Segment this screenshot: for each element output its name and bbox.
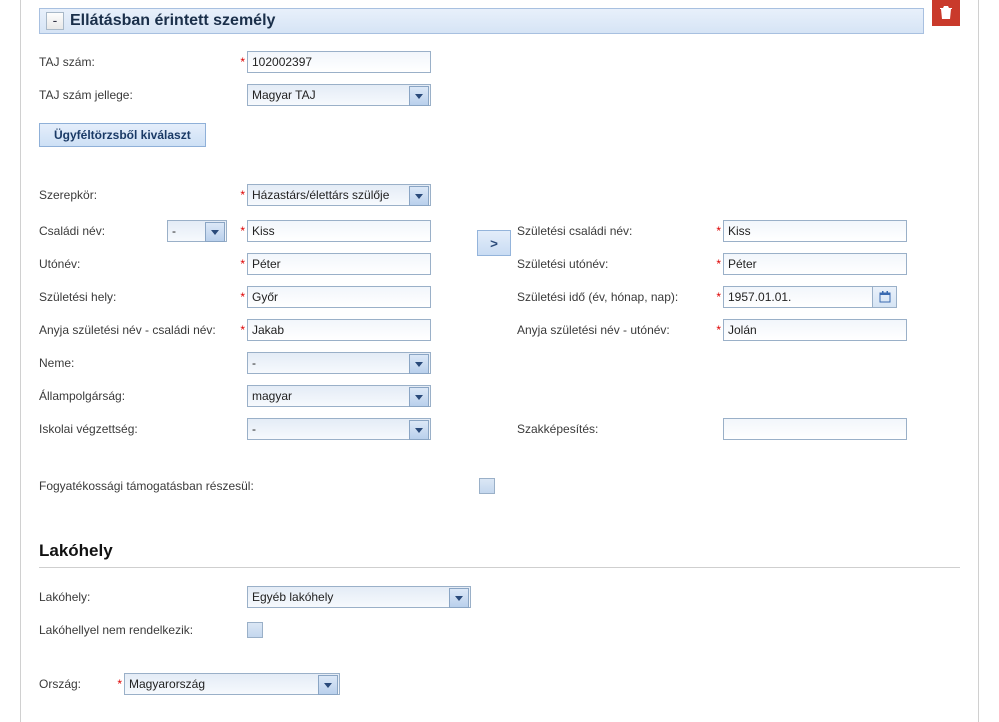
lakohely-select[interactable]	[247, 586, 471, 608]
fogyatekossagi-checkbox[interactable]	[479, 478, 495, 494]
allampolgarsag-label: Állampolgárság:	[39, 389, 237, 403]
csaladi-nev-input[interactable]	[247, 220, 431, 242]
required-marker: *	[237, 224, 245, 238]
required-marker: *	[237, 188, 245, 202]
required-marker: *	[713, 257, 721, 271]
lakohely-label: Lakóhely:	[39, 590, 237, 604]
taj-jellege-select[interactable]	[247, 84, 431, 106]
calendar-button[interactable]	[873, 286, 897, 308]
anyja-csaladi-input[interactable]	[247, 319, 431, 341]
iskolai-label: Iskolai végzettség:	[39, 422, 237, 436]
lakohellyel-nem-label: Lakóhellyel nem rendelkezik:	[39, 623, 237, 637]
collapse-button[interactable]: -	[46, 12, 64, 30]
divider	[39, 567, 960, 568]
szakkepesites-label: Szakképesítés:	[517, 422, 713, 436]
szul-utonev-input[interactable]	[723, 253, 907, 275]
fogyatekossagi-label: Fogyatékossági támogatásban részesül:	[39, 479, 479, 493]
required-marker: *	[713, 290, 721, 304]
neme-select[interactable]	[247, 352, 431, 374]
taj-szam-label: TAJ szám:	[39, 55, 237, 69]
szakkepesites-input[interactable]	[723, 418, 907, 440]
taj-szam-input[interactable]	[247, 51, 431, 73]
szul-csaladi-nev-label: Születési családi név:	[517, 224, 713, 238]
szul-hely-input[interactable]	[247, 286, 431, 308]
required-marker: *	[713, 224, 721, 238]
anyja-utonev-label: Anyja születési név - utónév:	[517, 323, 713, 337]
szerepkor-label: Szerepkör:	[39, 188, 237, 202]
transfer-button[interactable]: >	[477, 230, 511, 256]
delete-button[interactable]	[932, 0, 960, 26]
iskolai-select[interactable]	[247, 418, 431, 440]
nev-prefix-select[interactable]	[167, 220, 227, 242]
szul-ido-label: Születési idő (év, hónap, nap):	[517, 290, 713, 304]
taj-jellege-label: TAJ szám jellege:	[39, 88, 237, 102]
section-title: Ellátásban érintett személy	[70, 12, 275, 30]
anyja-utonev-input[interactable]	[723, 319, 907, 341]
trash-icon	[940, 6, 952, 20]
required-marker: *	[713, 323, 721, 337]
required-marker: *	[237, 55, 245, 69]
section-header: - Ellátásban érintett személy	[39, 8, 924, 34]
lakohellyel-nem-checkbox[interactable]	[247, 622, 263, 638]
required-marker: *	[237, 323, 245, 337]
utonev-input[interactable]	[247, 253, 431, 275]
szul-csaladi-nev-input[interactable]	[723, 220, 907, 242]
orszag-select[interactable]	[124, 673, 340, 695]
neme-label: Neme:	[39, 356, 237, 370]
szerepkor-select[interactable]	[247, 184, 431, 206]
ugyfeltorzsbol-button[interactable]: Ügyféltörzsből kiválaszt	[39, 123, 206, 147]
utonev-label: Utónév:	[39, 257, 237, 271]
szul-ido-input[interactable]	[723, 286, 873, 308]
allampolgarsag-select[interactable]	[247, 385, 431, 407]
szul-utonev-label: Születési utónév:	[517, 257, 713, 271]
csaladi-nev-label: Családi név:	[39, 224, 167, 238]
calendar-icon	[879, 291, 891, 303]
required-marker: *	[237, 257, 245, 271]
szul-hely-label: Születési hely:	[39, 290, 237, 304]
lakohely-heading: Lakóhely	[39, 541, 960, 561]
anyja-csaladi-label: Anyja születési név - családi név:	[39, 323, 237, 337]
required-marker: *	[237, 290, 245, 304]
